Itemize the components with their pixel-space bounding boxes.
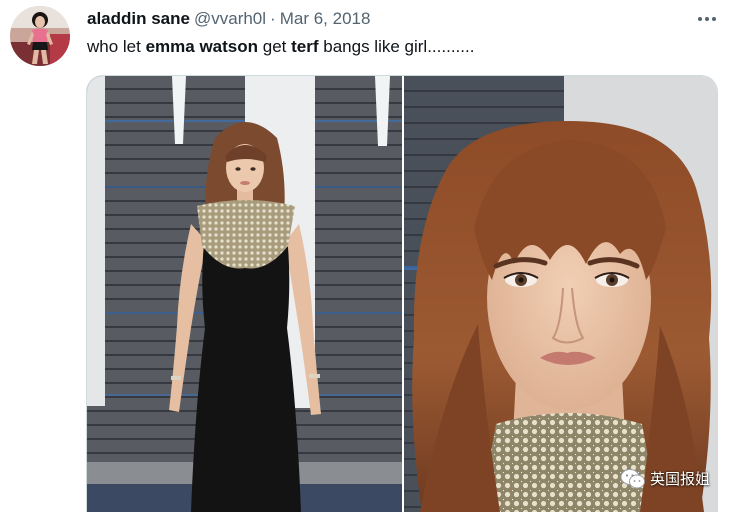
avatar-image xyxy=(10,6,70,66)
person-right xyxy=(412,121,712,512)
wechat-icon xyxy=(620,469,645,489)
tweet-date[interactable]: Mar 6, 2018 xyxy=(280,9,371,28)
author-name[interactable]: aladdin sane xyxy=(87,9,190,28)
more-horizontal-icon xyxy=(698,17,716,21)
bracelet-left xyxy=(171,376,181,380)
lips xyxy=(240,181,250,185)
left-eye xyxy=(235,167,241,171)
right-eye xyxy=(250,167,256,171)
tweet-text-bold: terf xyxy=(291,37,319,56)
author-avatar[interactable] xyxy=(10,6,70,66)
tweet-text-bold: emma watson xyxy=(145,37,259,56)
collar xyxy=(480,413,658,512)
photo-right-image xyxy=(404,76,717,512)
media-photo-right[interactable] xyxy=(404,76,717,512)
media-photo-left[interactable] xyxy=(87,76,402,512)
tweet-header: aladdin sane @vvarh0l · Mar 6, 2018 xyxy=(87,8,370,30)
author-handle[interactable]: @vvarh0l xyxy=(194,9,266,28)
tweet-media xyxy=(87,76,717,512)
tweet-text-part: bangs like girl.......... xyxy=(318,37,475,56)
bracelet-right xyxy=(309,374,320,378)
tweet-text-part: who let xyxy=(87,37,146,56)
tweet-text: who let emma watson get terf bangs like … xyxy=(87,36,474,58)
dress xyxy=(191,226,301,512)
tweet-text-part: get xyxy=(258,37,292,56)
watermark-text: 英国报姐 xyxy=(650,470,711,488)
more-options-button[interactable] xyxy=(695,8,719,30)
photo-left-image xyxy=(87,76,402,512)
header-separator: · xyxy=(270,9,276,28)
